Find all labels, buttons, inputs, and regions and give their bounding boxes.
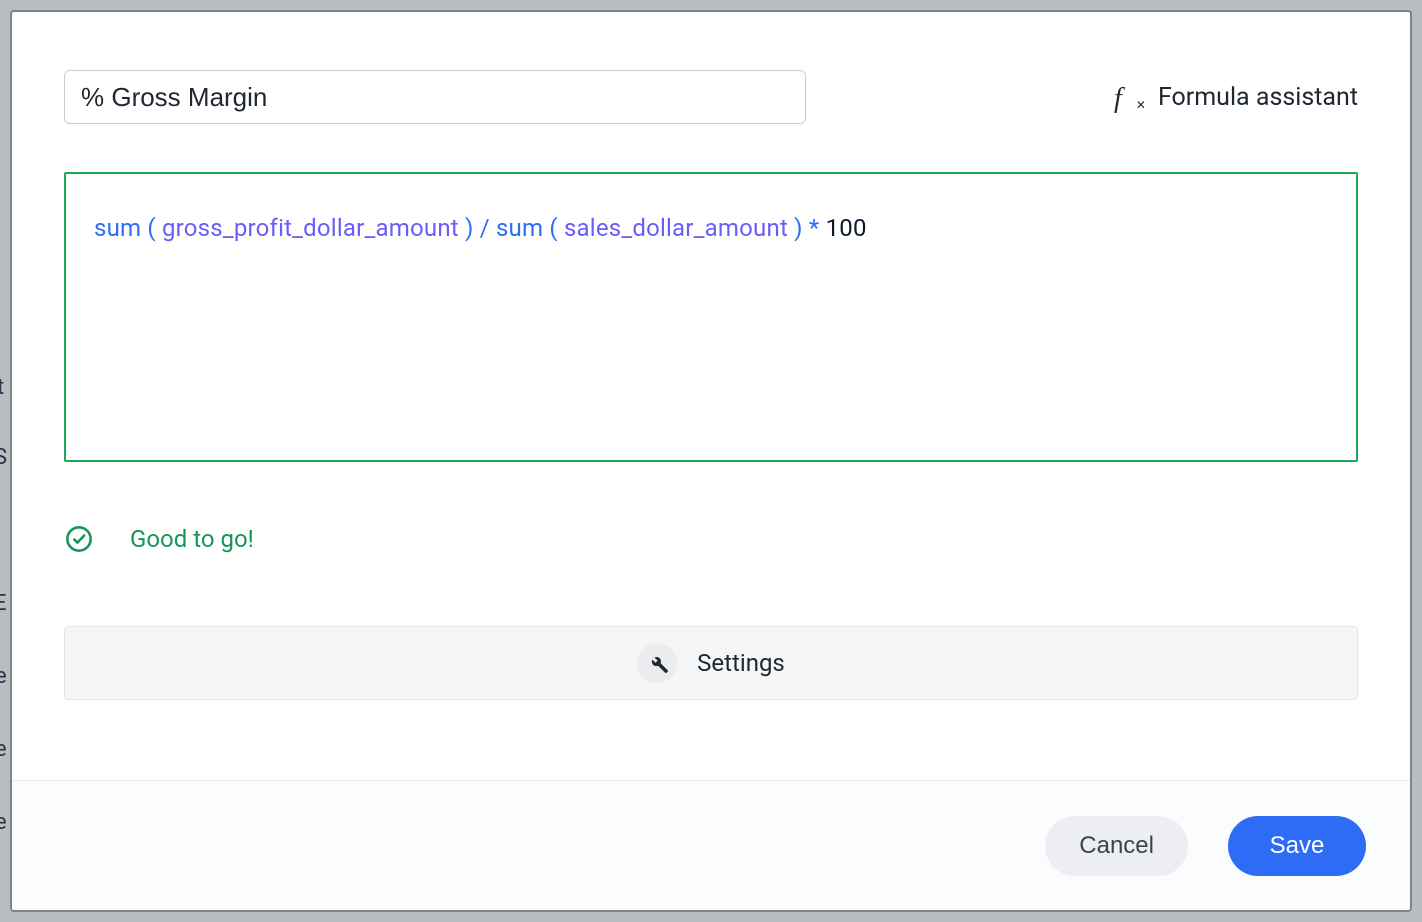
modal-body: f Formula assistant sum ( gross_profit_d… <box>12 12 1410 780</box>
background-stray-text: E <box>0 591 7 616</box>
formula-assistant-link[interactable]: f Formula assistant <box>1114 83 1358 112</box>
settings-bar[interactable]: Settings <box>64 626 1358 700</box>
settings-label: Settings <box>697 649 785 677</box>
formula-editor-modal: f Formula assistant sum ( gross_profit_d… <box>10 10 1412 912</box>
formula-textarea[interactable]: sum ( gross_profit_dollar_amount ) / sum… <box>64 172 1358 462</box>
save-button[interactable]: Save <box>1228 816 1366 876</box>
background-stray-text: e <box>0 737 7 762</box>
formula-token: ) / sum ( <box>459 214 564 242</box>
background-stray-text: e <box>0 810 7 835</box>
formula-token: gross_profit_dollar_amount <box>162 214 459 242</box>
formula-assistant-label: Formula assistant <box>1158 83 1358 112</box>
formula-token: ) * <box>788 214 826 242</box>
background-stray-text: e <box>0 664 7 689</box>
wrench-icon <box>637 643 677 683</box>
formula-token: 100 <box>826 214 867 242</box>
validation-row: Good to go! <box>64 524 1358 554</box>
background-stray-text: t <box>0 375 4 400</box>
validation-status-text: Good to go! <box>130 525 254 553</box>
formula-token: sum ( <box>94 214 162 242</box>
cancel-button[interactable]: Cancel <box>1045 816 1188 876</box>
header-row: f Formula assistant <box>64 70 1358 124</box>
modal-footer: Cancel Save <box>12 780 1410 910</box>
check-circle-icon <box>64 524 94 554</box>
background-stray-text: S <box>0 445 7 470</box>
fx-icon: f <box>1114 83 1144 111</box>
formula-token: sales_dollar_amount <box>564 214 788 242</box>
formula-name-input[interactable] <box>64 70 806 124</box>
